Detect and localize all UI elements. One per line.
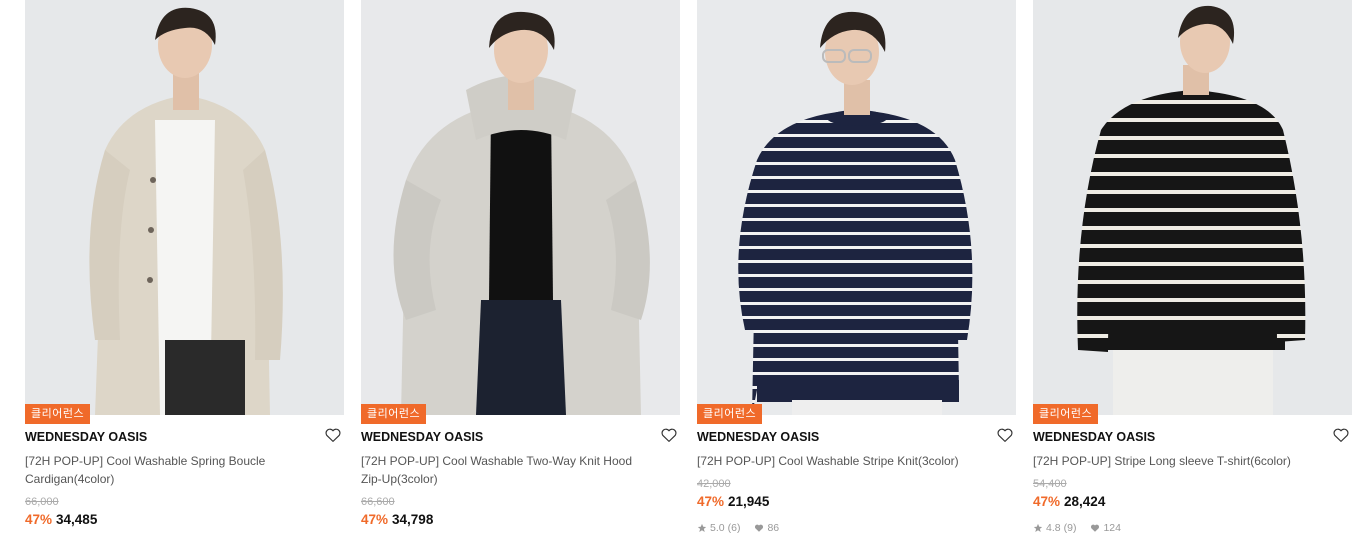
product-title[interactable]: [72H POP-UP] Cool Washable Stripe Knit(3… [697, 452, 987, 470]
star-icon [697, 523, 707, 532]
rating-value: 4.8 [1046, 522, 1061, 534]
sale-price: 28,424 [1064, 494, 1106, 509]
product-title[interactable]: [72H POP-UP] Stripe Long sleeve T-shirt(… [1033, 452, 1323, 470]
product-image[interactable] [697, 0, 1016, 415]
original-price: 42,000 [697, 478, 731, 490]
clearance-badge: 클리어런스 [1033, 404, 1099, 424]
review-meta: 4.8 (9) 124 [1033, 522, 1121, 534]
sale-price: 34,798 [392, 512, 434, 527]
product-grid: 클리어런스 WEDNESDAY OASIS [72H POP-UP] Cool … [0, 0, 1359, 542]
discount-rate: 47% [697, 494, 725, 509]
likes-count: 124 [1103, 522, 1121, 534]
original-price: 66,000 [25, 496, 59, 508]
product-title[interactable]: [72H POP-UP] Cool Washable Spring Boucle… [25, 452, 315, 488]
discount-rate: 47% [1033, 494, 1061, 509]
product-card[interactable]: 클리어런스 WEDNESDAY OASIS [72H POP-UP] Cool … [697, 0, 1016, 542]
rating-value: 5.0 [710, 522, 725, 534]
likes-count: 86 [767, 522, 780, 534]
product-card[interactable]: 클리어런스 WEDNESDAY OASIS [72H POP-UP] Cool … [361, 0, 680, 542]
brand-name[interactable]: WEDNESDAY OASIS [25, 430, 147, 444]
discount-rate: 47% [25, 512, 53, 527]
product-card[interactable]: 클리어런스 WEDNESDAY OASIS [72H POP-UP] Strip… [1033, 0, 1352, 542]
price-row: 47% 21,945 [697, 494, 769, 509]
likes-heart-icon [755, 524, 764, 532]
product-image[interactable] [1033, 0, 1352, 415]
likes-heart-icon [1091, 524, 1100, 532]
clearance-badge: 클리어런스 [697, 404, 763, 424]
product-card[interactable]: 클리어런스 WEDNESDAY OASIS [72H POP-UP] Cool … [25, 0, 344, 542]
review-count: (6) [727, 522, 741, 534]
review-count: (9) [1063, 522, 1077, 534]
product-photo-stripe-tshirt [1033, 0, 1352, 415]
price-row: 47% 34,485 [25, 512, 97, 527]
wishlist-heart-icon[interactable] [996, 426, 1014, 444]
brand-name[interactable]: WEDNESDAY OASIS [361, 430, 483, 444]
discount-rate: 47% [361, 512, 389, 527]
wishlist-heart-icon[interactable] [1332, 426, 1350, 444]
product-title[interactable]: [72H POP-UP] Cool Washable Two-Way Knit … [361, 452, 651, 488]
original-price: 66,600 [361, 496, 395, 508]
original-price: 54,400 [1033, 478, 1067, 490]
product-image[interactable] [361, 0, 680, 415]
wishlist-heart-icon[interactable] [324, 426, 342, 444]
product-image[interactable] [25, 0, 344, 415]
price-row: 47% 28,424 [1033, 494, 1105, 509]
brand-name[interactable]: WEDNESDAY OASIS [697, 430, 819, 444]
product-photo-hoodie [361, 0, 680, 415]
brand-name[interactable]: WEDNESDAY OASIS [1033, 430, 1155, 444]
review-meta: 5.0 (6) 86 [697, 522, 779, 534]
wishlist-heart-icon[interactable] [660, 426, 678, 444]
sale-price: 21,945 [728, 494, 770, 509]
sale-price: 34,485 [56, 512, 98, 527]
clearance-badge: 클리어런스 [25, 404, 91, 424]
clearance-badge: 클리어런스 [361, 404, 427, 424]
product-photo-stripe-knit [697, 0, 1016, 415]
price-row: 47% 34,798 [361, 512, 433, 527]
product-photo-cardigan [25, 0, 344, 415]
star-icon [1033, 523, 1043, 532]
